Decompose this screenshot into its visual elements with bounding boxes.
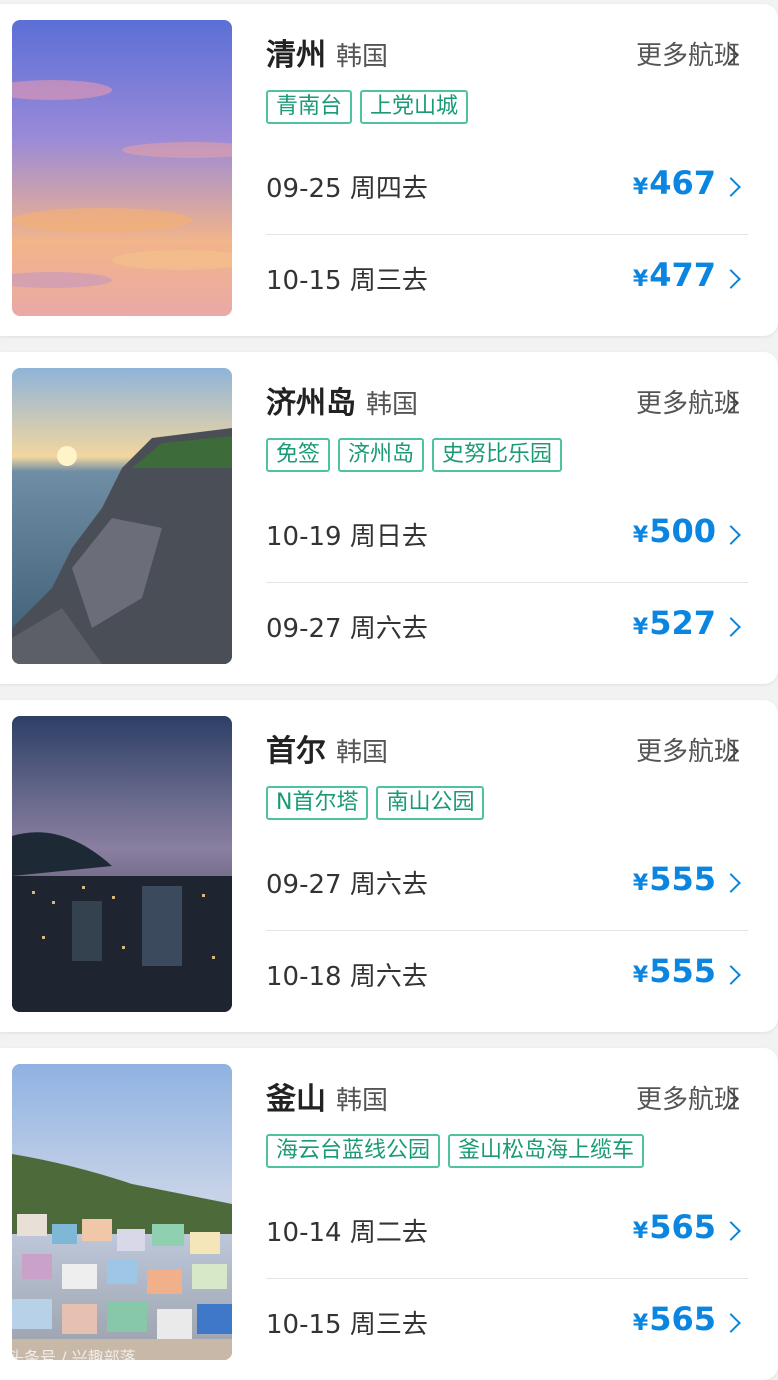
- chevron-right-icon: [721, 525, 741, 545]
- country-name: 韩国: [336, 1086, 389, 1116]
- tag: 釜山松岛海上缆车: [448, 1134, 645, 1168]
- flight-row[interactable]: 10-19 周日去 ¥500: [266, 490, 748, 583]
- flight-date: 10-15 周三去: [266, 266, 428, 296]
- flight-date: 09-27 周六去: [266, 870, 428, 900]
- city-name: 釜山 韩国: [266, 1082, 389, 1117]
- flight-price: ¥500: [632, 512, 716, 550]
- destination-photo: [12, 1064, 232, 1360]
- destination-card-seoul[interactable]: 首尔 韩国 更多航班 N首尔塔 南山公园 09-27 周六去 ¥555 10-18…: [0, 700, 778, 1032]
- destination-photo: [12, 716, 232, 1012]
- chevron-right-icon: [721, 873, 741, 893]
- destination-card-cheongju[interactable]: 清州 韩国 更多航班 青南台 上党山城 09-25 周四去 ¥467 10-15 …: [0, 4, 778, 336]
- destination-photo: [12, 20, 232, 316]
- flight-date: 10-14 周二去: [266, 1218, 428, 1248]
- flight-price: ¥467: [632, 164, 716, 202]
- tag: 海云台蓝线公园: [266, 1134, 441, 1168]
- chevron-right-icon: [721, 965, 741, 985]
- flight-date: 10-19 周日去: [266, 522, 428, 552]
- flight-date: 10-15 周三去: [266, 1310, 428, 1340]
- country-name: 韩国: [336, 738, 389, 768]
- destination-card-jeju[interactable]: 济州岛 韩国 更多航班 免签 济州岛 史努比乐园 10-19 周日去 ¥500 0…: [0, 352, 778, 684]
- tag-list: N首尔塔 南山公园: [266, 786, 485, 820]
- tag-list: 青南台 上党山城: [266, 90, 469, 124]
- flight-price: ¥565: [632, 1300, 716, 1338]
- chevron-right-icon: [721, 1313, 741, 1333]
- flight-row[interactable]: 10-15 周三去 ¥565: [266, 1278, 748, 1370]
- city-name: 济州岛 韩国: [266, 386, 419, 421]
- flight-date: 10-18 周六去: [266, 962, 428, 992]
- tag: N首尔塔: [266, 786, 369, 820]
- flight-date: 09-27 周六去: [266, 614, 428, 644]
- tag: 青南台: [266, 90, 353, 124]
- city-name: 首尔 韩国: [266, 734, 389, 769]
- tag: 南山公园: [376, 786, 485, 820]
- flight-row[interactable]: 10-14 周二去 ¥565: [266, 1186, 748, 1279]
- flight-date: 09-25 周四去: [266, 174, 428, 204]
- chevron-right-icon: [721, 269, 741, 289]
- flight-price: ¥555: [632, 952, 716, 990]
- destination-card-busan[interactable]: 釜山 韩国 更多航班 海云台蓝线公园 釜山松岛海上缆车 10-14 周二去 ¥56…: [0, 1048, 778, 1380]
- flight-price: ¥565: [632, 1208, 716, 1246]
- destination-photo: [12, 368, 232, 664]
- tag: 史努比乐园: [432, 438, 563, 472]
- country-name: 韩国: [366, 390, 419, 420]
- flight-row[interactable]: 09-27 周六去 ¥555: [266, 838, 748, 931]
- watermark: 头条号 / 兴趣部落: [8, 1348, 136, 1367]
- tag: 免签: [266, 438, 331, 472]
- tag: 济州岛: [338, 438, 425, 472]
- chevron-right-icon: [721, 617, 741, 637]
- flight-price: ¥477: [632, 256, 716, 294]
- country-name: 韩国: [336, 42, 389, 72]
- city-name: 清州 韩国: [266, 38, 389, 73]
- tag-list: 免签 济州岛 史努比乐园: [266, 438, 563, 472]
- flight-price: ¥527: [632, 604, 716, 642]
- chevron-right-icon: [721, 1221, 741, 1241]
- flight-row[interactable]: 09-25 周四去 ¥467: [266, 142, 748, 235]
- tag-list: 海云台蓝线公园 釜山松岛海上缆车: [266, 1134, 645, 1168]
- chevron-right-icon: [721, 177, 741, 197]
- tag: 上党山城: [360, 90, 469, 124]
- flight-price: ¥555: [632, 860, 716, 898]
- flight-row[interactable]: 09-27 周六去 ¥527: [266, 582, 748, 674]
- flight-row[interactable]: 10-15 周三去 ¥477: [266, 234, 748, 326]
- flight-row[interactable]: 10-18 周六去 ¥555: [266, 930, 748, 1022]
